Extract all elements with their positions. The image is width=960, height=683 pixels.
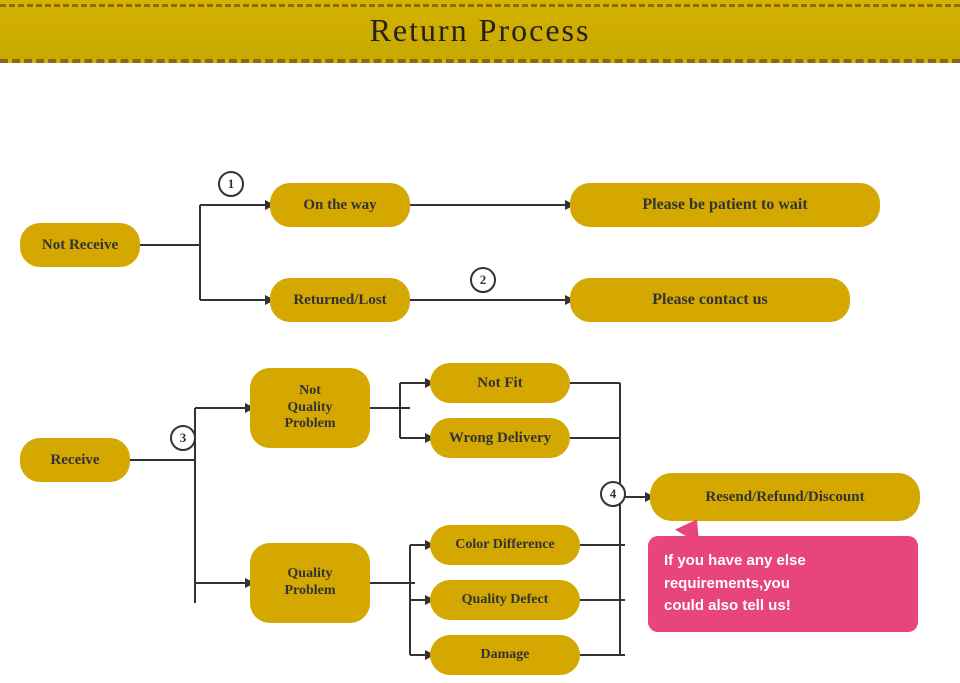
returned-lost-node: Returned/Lost xyxy=(270,278,410,322)
not-quality-problem-node: Not Quality Problem xyxy=(250,368,370,448)
page-title: Return Process xyxy=(370,12,591,48)
not-fit-node: Not Fit xyxy=(430,363,570,403)
badge-3: 3 xyxy=(170,425,196,451)
badge-2: 2 xyxy=(470,267,496,293)
quality-defect-node: Quality Defect xyxy=(430,580,580,620)
header: Return Process xyxy=(0,0,960,63)
please-wait-node: Please be patient to wait xyxy=(570,183,880,227)
not-receive-node: Not Receive xyxy=(20,223,140,267)
receive-node: Receive xyxy=(20,438,130,482)
main-content: Not Receive On the way Returned/Lost Ple… xyxy=(0,63,960,683)
please-contact-node: Please contact us xyxy=(570,278,850,322)
callout-bubble: If you have any else requirements,you co… xyxy=(648,536,918,632)
resend-refund-node: Resend/Refund/Discount xyxy=(650,473,920,521)
badge-1: 1 xyxy=(218,171,244,197)
color-difference-node: Color Difference xyxy=(430,525,580,565)
badge-4: 4 xyxy=(600,481,626,507)
damage-node: Damage xyxy=(430,635,580,675)
wrong-delivery-node: Wrong Delivery xyxy=(430,418,570,458)
on-the-way-node: On the way xyxy=(270,183,410,227)
quality-problem-node: Quality Problem xyxy=(250,543,370,623)
